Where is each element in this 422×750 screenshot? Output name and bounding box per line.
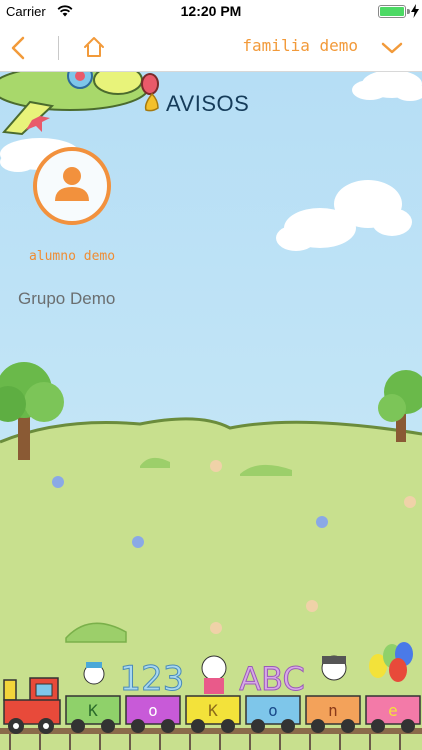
- page-title: AVISOS: [166, 91, 250, 116]
- charging-icon: [411, 4, 419, 18]
- student-avatar[interactable]: [33, 147, 111, 225]
- battery-icon: [378, 5, 406, 18]
- train-sign-numbers: 123: [120, 659, 185, 699]
- train-locomotive: [3, 677, 61, 734]
- family-selector-label[interactable]: familia demo: [242, 36, 358, 55]
- student-name[interactable]: alumno demo: [0, 249, 144, 264]
- user-icon: [55, 167, 89, 201]
- clock: 12:20 PM: [180, 3, 242, 19]
- train-letter: n: [328, 701, 338, 720]
- train-illustration: K o K o n e 123 ABC: [0, 642, 422, 750]
- train-car-1: [65, 662, 121, 733]
- chevron-left-icon[interactable]: [6, 34, 32, 62]
- battery-tip: [407, 9, 410, 14]
- nav-bar: familia demo: [0, 24, 422, 72]
- train-car-5: [305, 655, 361, 733]
- train-letter: e: [388, 701, 398, 720]
- train-letter: K: [88, 701, 98, 720]
- status-bar: Carrier 12:20 PM: [0, 0, 422, 24]
- train-car-3: [185, 655, 241, 733]
- home-icon[interactable]: [82, 35, 106, 59]
- nav-divider: [58, 36, 59, 60]
- group-name: Grupo Demo: [18, 289, 116, 308]
- battery-fill: [380, 7, 404, 16]
- chevron-down-icon[interactable]: [380, 38, 404, 58]
- train-letter: o: [148, 701, 158, 720]
- train-letter: K: [208, 701, 218, 720]
- train-sign-letters: ABC: [239, 660, 305, 698]
- train-letter: o: [268, 701, 278, 720]
